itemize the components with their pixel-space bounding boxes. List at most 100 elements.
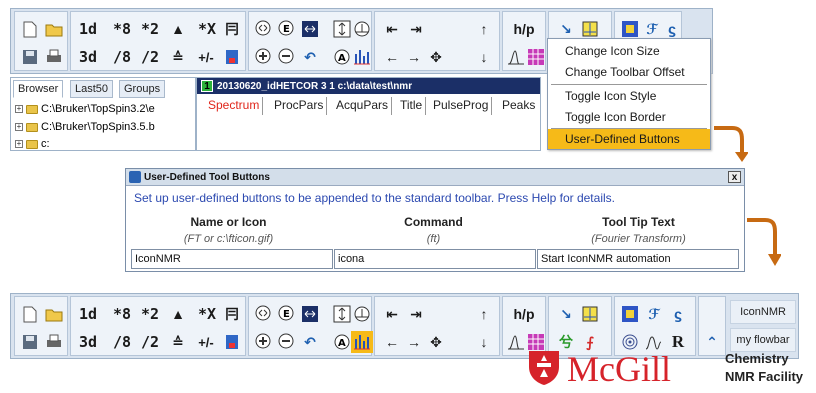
zoom-out-icon[interactable] (276, 331, 298, 353)
tree-item[interactable]: + c: (15, 136, 195, 152)
chinese-char-icon[interactable]: 冃 (221, 18, 243, 40)
undo-zoom-icon[interactable]: ↶ (299, 331, 321, 353)
multiply-8-button[interactable]: *8 (109, 18, 135, 40)
last-icon[interactable]: ⇥ (405, 303, 427, 325)
menu-item-user-defined-buttons[interactable]: User-Defined Buttons (548, 129, 710, 149)
tab-peaks[interactable]: Peaks (499, 97, 538, 115)
cross-x-button[interactable]: *X (193, 303, 221, 325)
fit-height-icon[interactable] (331, 18, 353, 40)
save-icon[interactable] (19, 46, 41, 68)
open-folder-icon[interactable] (43, 18, 65, 40)
plus-minus-button[interactable]: +/- (193, 46, 219, 68)
multiply-2-button[interactable]: *2 (137, 303, 163, 325)
up-down-icon[interactable]: ▲︎ (167, 303, 189, 325)
phase-hp-button[interactable]: h/p (507, 303, 541, 325)
save-icon[interactable] (19, 331, 41, 353)
multiplet-icon[interactable]: ℱ (641, 18, 663, 40)
menu-item-change-toolbar-offset[interactable]: Change Toolbar Offset (548, 62, 710, 82)
tab-spectrum[interactable]: Spectrum (205, 97, 264, 115)
3d-button[interactable]: 3d (75, 331, 101, 353)
struct-square-icon[interactable] (619, 18, 641, 40)
spectrum-bars-icon[interactable] (351, 46, 373, 68)
arrow-down-icon[interactable]: ↓ (473, 46, 495, 68)
peak-zoom-icon[interactable] (351, 18, 373, 40)
menu-item-toggle-icon-style[interactable]: Toggle Icon Style (548, 86, 710, 106)
arrow-right-icon[interactable]: → (403, 331, 425, 353)
menu-item-change-icon-size[interactable]: Change Icon Size (548, 41, 710, 61)
data-window-title-bar[interactable]: 1 20130620_idHETCOR 3 1 c:\data\test\nmr (197, 78, 540, 94)
zoom-e-icon[interactable]: E (276, 303, 298, 325)
divide-8-button[interactable]: /8 (109, 331, 135, 353)
tooltip-field[interactable]: Start IconNMR automation (537, 249, 739, 269)
undo-zoom-icon[interactable]: ↶ (299, 46, 321, 68)
diagonal-arrow-icon[interactable]: ↘ (555, 303, 577, 325)
arrow-right-icon[interactable]: → (403, 46, 425, 68)
print-icon[interactable] (43, 331, 65, 353)
zoom-in-icon[interactable] (253, 331, 275, 353)
zoom-e-icon[interactable]: E (276, 18, 298, 40)
user-button-iconnmr[interactable]: IconNMR (730, 300, 796, 324)
coupling-icon[interactable]: ϛ (667, 303, 689, 325)
multiply-2-button[interactable]: *2 (137, 18, 163, 40)
grid-icon[interactable] (525, 46, 547, 68)
last-icon[interactable]: ⇥ (405, 18, 427, 40)
expand-icon[interactable]: + (15, 140, 23, 148)
plus-minus-button[interactable]: +/- (193, 331, 219, 353)
open-folder-icon[interactable] (43, 303, 65, 325)
tab-groups[interactable]: Groups (119, 80, 166, 98)
tab-procpars[interactable]: ProcPars (271, 97, 328, 115)
tab-browser[interactable]: Browser (13, 80, 64, 98)
divide-8-button[interactable]: /8 (109, 46, 135, 68)
expand-icon[interactable]: + (15, 105, 23, 113)
move-all-icon[interactable]: ✥ (425, 331, 447, 353)
tab-acqupars[interactable]: AcquPars (333, 97, 393, 115)
divide-2-button[interactable]: /2 (137, 331, 163, 353)
move-all-icon[interactable]: ✥ (425, 46, 447, 68)
compress-icon[interactable]: ≙ (167, 331, 189, 353)
first-icon[interactable]: ⇤ (381, 18, 403, 40)
3d-button[interactable]: 3d (75, 46, 101, 68)
save-blue-icon[interactable] (221, 46, 243, 68)
tab-title[interactable]: Title (397, 97, 427, 115)
multiply-8-button[interactable]: *8 (109, 303, 135, 325)
cross-x-button[interactable]: *X (193, 18, 221, 40)
coupling-icon[interactable]: ϛ (661, 18, 683, 40)
zoom-in-icon[interactable] (253, 46, 275, 68)
tree-item[interactable]: + C:\Bruker\TopSpin3.5.b (15, 119, 195, 135)
new-file-icon[interactable] (19, 18, 41, 40)
divide-2-button[interactable]: /2 (137, 46, 163, 68)
chinese-char-icon[interactable]: 冃 (221, 303, 243, 325)
dialog-title-bar[interactable]: User-Defined Tool Buttons x (126, 169, 744, 186)
compress-icon[interactable]: ≙ (167, 46, 189, 68)
arrow-left-icon[interactable]: ← (381, 331, 403, 353)
menu-item-toggle-icon-border[interactable]: Toggle Icon Border (548, 107, 710, 127)
spectrum-bars-icon[interactable] (351, 331, 373, 353)
arrow-up-icon[interactable]: ↑ (473, 18, 495, 40)
arrow-up-icon[interactable]: ↑ (473, 303, 495, 325)
fit-height-icon[interactable] (331, 303, 353, 325)
phase-hp-button[interactable]: h/p (507, 18, 541, 40)
up-down-icon[interactable]: ▲︎ (167, 18, 189, 40)
1d-button[interactable]: 1d (75, 18, 101, 40)
peak-pick-icon[interactable] (579, 303, 601, 325)
tab-pulseprog[interactable]: PulseProg (430, 97, 493, 115)
command-field[interactable]: icona (334, 249, 536, 269)
tree-item[interactable]: + C:\Bruker\TopSpin3.2\e (15, 101, 195, 117)
multiplet-icon[interactable]: ℱ (643, 303, 665, 325)
fit-width-icon[interactable] (299, 18, 321, 40)
new-file-icon[interactable] (19, 303, 41, 325)
first-icon[interactable]: ⇤ (381, 303, 403, 325)
save-blue-icon[interactable] (221, 331, 243, 353)
zoom-out-icon[interactable] (276, 46, 298, 68)
spectrum-overlay-icon[interactable] (505, 46, 527, 68)
struct-square-icon[interactable] (619, 303, 641, 325)
arrow-down-icon[interactable]: ↓ (473, 331, 495, 353)
1d-button[interactable]: 1d (75, 303, 101, 325)
auto-scale-icon[interactable]: A (331, 46, 353, 68)
print-icon[interactable] (43, 46, 65, 68)
diagonal-arrow-icon[interactable]: ↘ (555, 18, 577, 40)
zoom-expand-icon[interactable] (253, 18, 275, 40)
expand-icon[interactable]: + (15, 123, 23, 131)
arrow-left-icon[interactable]: ← (381, 46, 403, 68)
fit-width-icon[interactable] (299, 303, 321, 325)
